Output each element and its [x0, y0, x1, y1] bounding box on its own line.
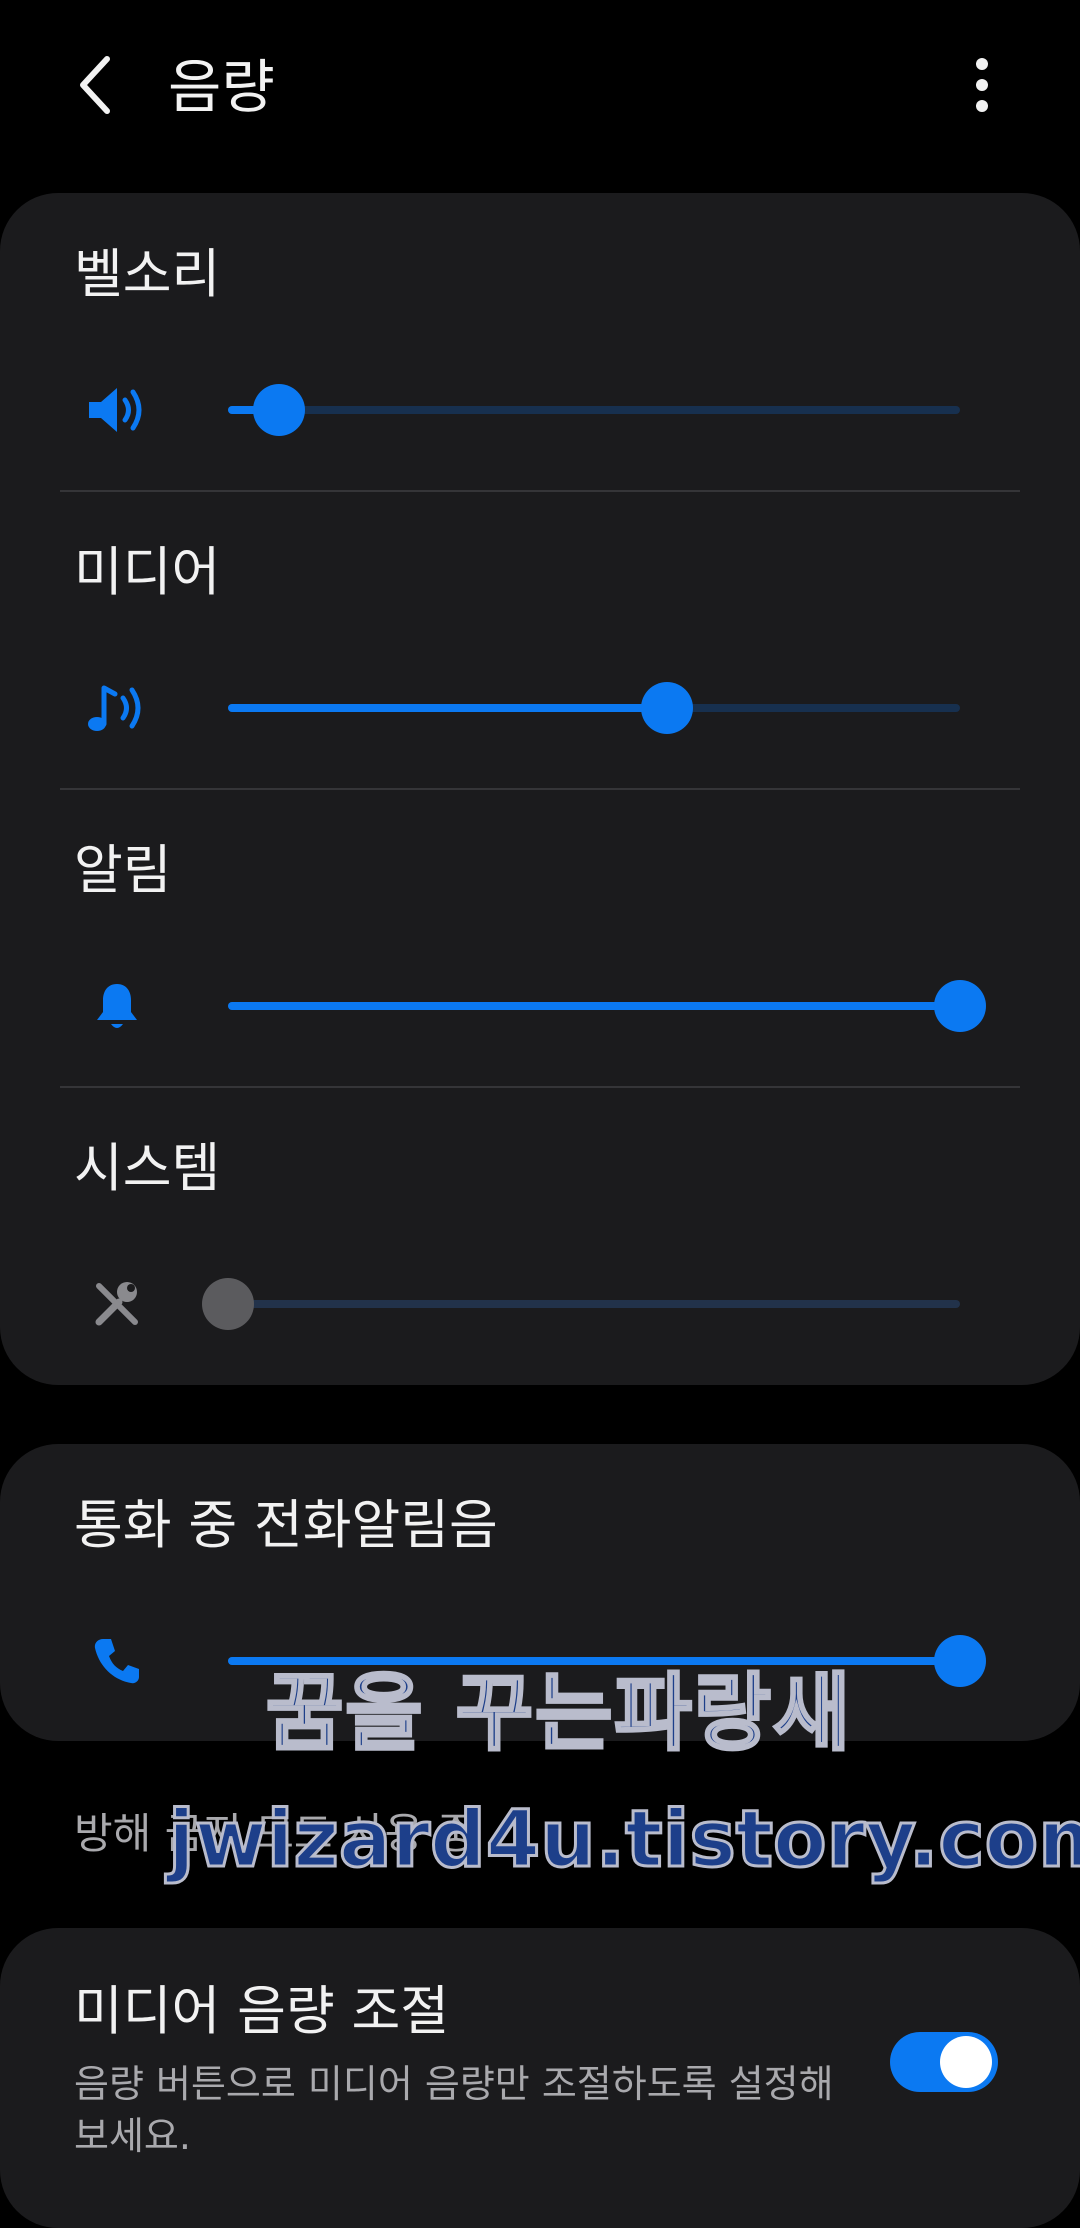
slider-track: [228, 1300, 960, 1308]
media-volume-control-card[interactable]: 미디어 음량 조절 음량 버튼으로 미디어 음량만 조절하도록 설정해 보세요.: [0, 1928, 1080, 2228]
slider-thumb[interactable]: [202, 1278, 254, 1330]
toggle-knob: [940, 2036, 992, 2088]
system-label: 시스템: [74, 1138, 221, 1199]
media-label: 미디어: [74, 542, 221, 603]
wrench-icon: [95, 1282, 138, 1326]
more-options-button[interactable]: [952, 50, 1012, 120]
bell-icon: [97, 984, 137, 1028]
watermark-title: 꿈을 꾸는파랑새: [264, 1663, 853, 1764]
media-control-description: 음량 버튼으로 미디어 음량만 조절하도록 설정해 보세요.: [74, 2062, 834, 2158]
volume-card: 벨소리 미디어 알림 시스템: [0, 193, 1080, 1385]
notification-slider[interactable]: [228, 980, 986, 1032]
chevron-left-icon: [80, 56, 110, 114]
media-control-toggle[interactable]: [890, 2032, 998, 2092]
music-note-icon: [88, 685, 141, 731]
volume-row-notification: 알림: [0, 789, 1080, 1087]
ringtone-label: 벨소리: [74, 244, 221, 305]
notification-icon-button[interactable]: [82, 971, 152, 1041]
slider-thumb[interactable]: [641, 682, 694, 734]
more-vertical-icon: [976, 58, 988, 112]
slider-track: [228, 406, 960, 414]
ringtone-icon-button[interactable]: [82, 375, 152, 445]
phone-icon: [94, 1639, 139, 1684]
speaker-icon: [89, 388, 142, 432]
media-icon-button[interactable]: [82, 673, 152, 743]
page-title: 음량: [168, 53, 275, 121]
slider-thumb[interactable]: [934, 1635, 986, 1687]
in-call-label: 통화 중 전화알림음: [74, 1495, 498, 1556]
watermark-url: jwizard4u.tistory.com: [167, 1794, 1080, 1887]
system-icon-button: [82, 1269, 152, 1339]
volume-row-ringtone: 벨소리: [0, 193, 1080, 491]
in-call-icon-button[interactable]: [82, 1626, 152, 1696]
volume-row-system: 시스템: [0, 1087, 1080, 1385]
app-bar: 음량: [0, 0, 1080, 175]
ringtone-slider[interactable]: [228, 384, 960, 436]
system-slider[interactable]: [202, 1278, 960, 1330]
slider-thumb[interactable]: [934, 980, 986, 1032]
media-slider[interactable]: [228, 682, 960, 734]
slider-thumb[interactable]: [253, 384, 306, 436]
notification-label: 알림: [74, 840, 172, 901]
slider-fill: [228, 704, 668, 712]
volume-row-media: 미디어: [0, 491, 1080, 789]
media-control-title: 미디어 음량 조절: [74, 1981, 450, 2042]
back-button[interactable]: [60, 50, 130, 120]
slider-fill: [228, 1002, 960, 1010]
